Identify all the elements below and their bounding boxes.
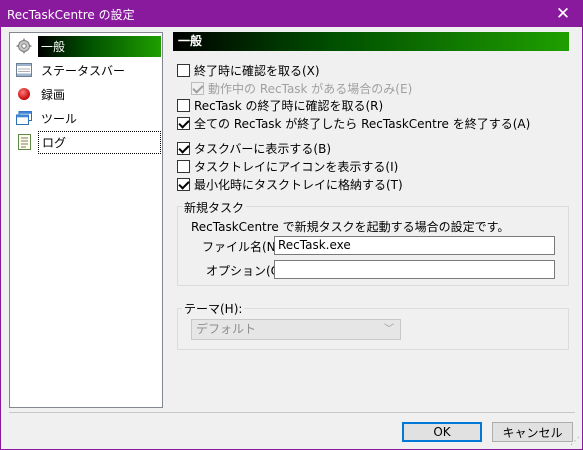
confirm-on-exit-checkbox[interactable]: 終了時に確認を取る(X)	[177, 62, 320, 79]
checkbox-box[interactable]	[177, 99, 190, 112]
theme-legend: テーマ(H):	[182, 300, 245, 317]
checkbox-box[interactable]	[177, 142, 190, 155]
checkbox-box[interactable]	[177, 117, 190, 130]
ok-button[interactable]: OK	[402, 422, 482, 442]
nav-item-tools[interactable]: ツール	[12, 107, 161, 129]
nav-item-label: ステータスバー	[41, 63, 126, 78]
new-task-legend: 新規タスク	[182, 199, 247, 216]
chevron-down-icon: ﹀	[384, 324, 394, 335]
new-task-description: RecTaskCentre で新規タスクを起動する場合の設定です。	[191, 220, 510, 234]
checkbox-label: 終了時に確認を取る(X)	[194, 64, 320, 78]
file-name-label: ファイル名(N):	[202, 240, 285, 254]
nav-item-log[interactable]: ログ	[12, 130, 161, 154]
checkbox-box[interactable]	[177, 160, 190, 173]
status-bar-icon	[15, 62, 33, 78]
exit-when-all-done-checkbox[interactable]: 全ての RecTask が終了したら RecTaskCentre を終了する(A…	[177, 115, 530, 132]
settings-dialog: 一般 ステータスバー 録画 ツール ログ 一般 終了時に確認を取る(X) 動作中…	[0, 27, 583, 450]
nav-item-label: ログ	[38, 130, 161, 154]
checkbox-label: 最小化時にタスクトレイに格納する(T)	[194, 178, 403, 192]
checkbox-label: タスクバーに表示する(B)	[194, 142, 331, 156]
window-icon	[15, 110, 33, 126]
close-icon[interactable]: ✕	[543, 0, 583, 27]
record-icon	[15, 86, 33, 102]
nav-item-label: 一般	[38, 35, 161, 57]
checkbox-label: 全ての RecTask が終了したら RecTaskCentre を終了する(A…	[194, 117, 531, 131]
nav-item-label: ツール	[41, 111, 78, 126]
file-name-input[interactable]: RecTask.exe	[274, 236, 555, 255]
general-settings-panel: 一般	[173, 32, 569, 51]
minimize-to-tray-checkbox[interactable]: 最小化時にタスクトレイに格納する(T)	[177, 176, 403, 193]
nav-item-recording[interactable]: 録画	[12, 83, 161, 105]
show-in-taskbar-checkbox[interactable]: タスクバーに表示する(B)	[177, 140, 331, 157]
resize-grip-icon[interactable]: ⋰	[570, 437, 580, 447]
title-bar: RecTaskCentre の設定 ✕	[0, 0, 583, 27]
show-tray-icon-checkbox[interactable]: タスクトレイにアイコンを表示する(I)	[177, 158, 398, 175]
nav-item-general[interactable]: 一般	[12, 35, 161, 57]
checkbox-box[interactable]	[177, 64, 190, 77]
checkbox-box[interactable]	[177, 178, 190, 191]
only-when-running-checkbox[interactable]: 動作中の RecTask がある場合のみ(E)	[191, 80, 412, 97]
window-title: RecTaskCentre の設定	[7, 8, 135, 22]
theme-select[interactable]: デフォルト ﹀	[191, 319, 401, 340]
cancel-button[interactable]: キャンセル	[492, 422, 573, 442]
nav-item-status-bar[interactable]: ステータスバー	[12, 59, 161, 81]
category-list: 一般 ステータスバー 録画 ツール ログ	[9, 32, 163, 408]
option-input[interactable]	[274, 260, 555, 279]
checkbox-box[interactable]	[191, 82, 204, 95]
checkbox-label: RecTask の終了時に確認を取る(R)	[194, 99, 384, 113]
checkbox-label: タスクトレイにアイコンを表示する(I)	[194, 160, 399, 174]
checkbox-label: 動作中の RecTask がある場合のみ(E)	[208, 82, 413, 96]
footer-separator	[9, 412, 575, 413]
gear-icon	[15, 38, 33, 54]
nav-item-label: 録画	[41, 87, 66, 102]
confirm-rectask-exit-checkbox[interactable]: RecTask の終了時に確認を取る(R)	[177, 97, 383, 114]
section-header: 一般	[173, 32, 569, 51]
theme-select-value: デフォルト	[196, 322, 257, 336]
log-icon	[15, 134, 33, 150]
